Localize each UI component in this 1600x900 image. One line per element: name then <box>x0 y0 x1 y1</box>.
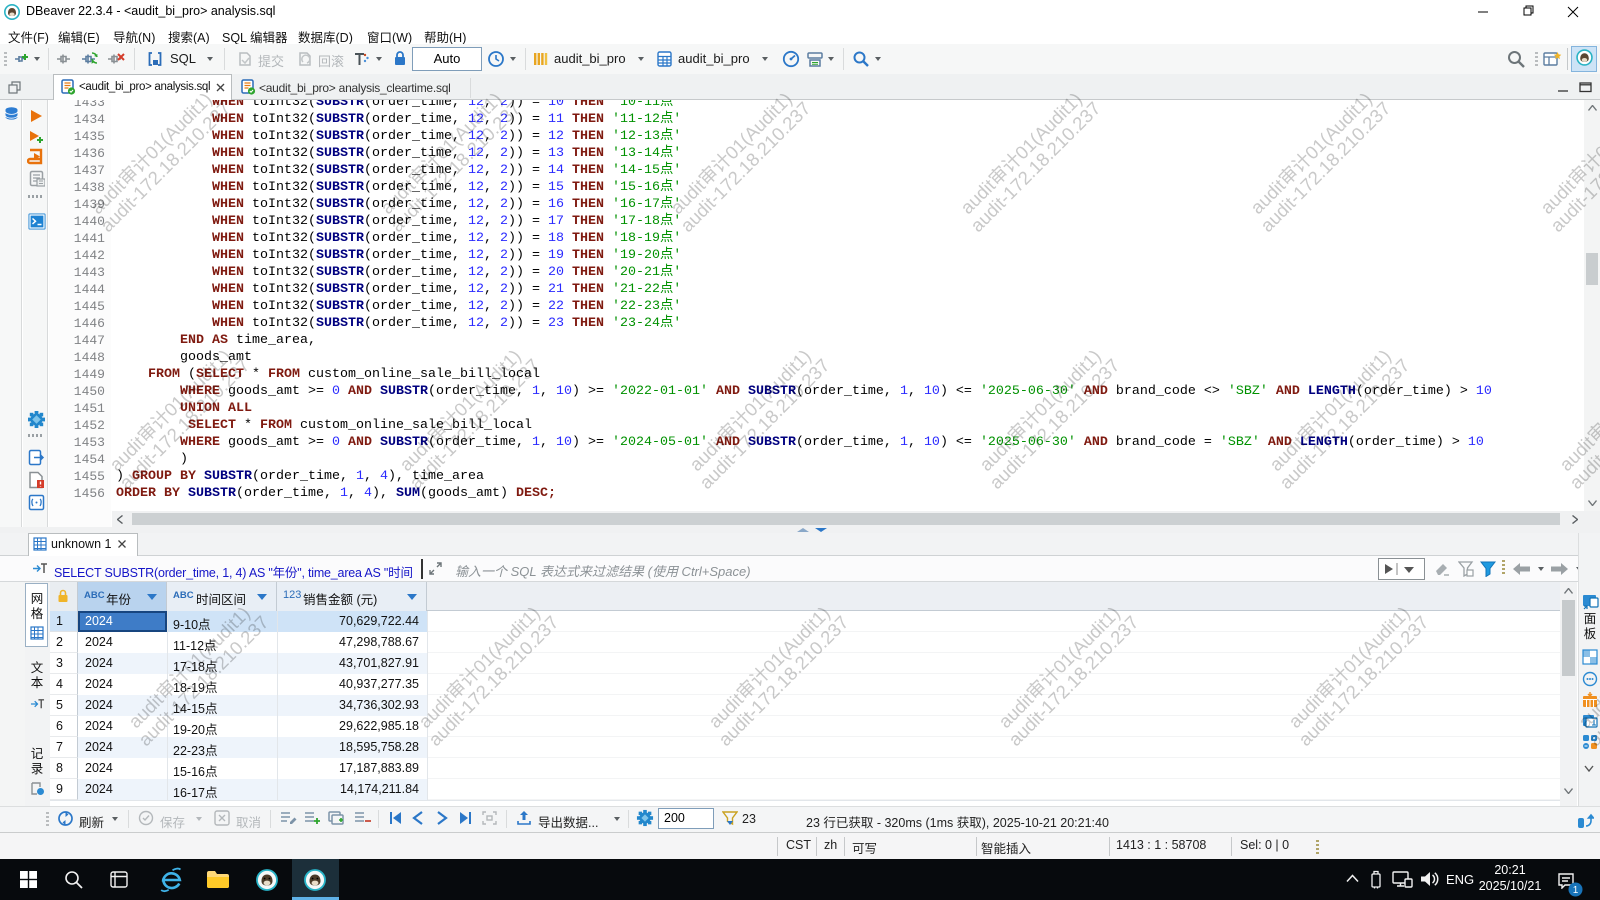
svg-text:1: 1 <box>1573 885 1579 896</box>
